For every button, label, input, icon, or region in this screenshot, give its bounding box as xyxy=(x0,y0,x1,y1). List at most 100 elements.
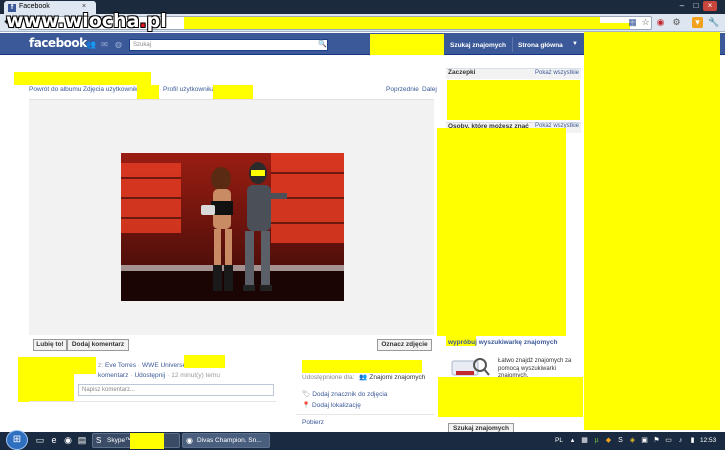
download-link[interactable]: Pobierz xyxy=(302,419,324,426)
friend-requests-icon[interactable]: 👥 xyxy=(86,40,96,49)
comment-link[interactable]: komentarz xyxy=(98,372,128,379)
breadcrumb-separator: · xyxy=(79,86,82,93)
language-indicator[interactable]: PL xyxy=(555,437,563,444)
add-comment-button[interactable]: Dodaj komentarz xyxy=(67,339,129,351)
share-link[interactable]: Udostępnij xyxy=(134,372,165,379)
add-bookmark-row[interactable]: 🏷 Dodaj znacznik do zdjęcia xyxy=(302,390,387,398)
start-button-icon[interactable]: ⊞ xyxy=(6,430,28,450)
shared-with-value[interactable]: Znajomi znajomych xyxy=(369,374,425,381)
tray-arrow-icon[interactable]: ▴ xyxy=(568,436,577,445)
tray-volume-icon[interactable]: ♪ xyxy=(676,436,685,445)
pokes-title: Zaczepki xyxy=(448,69,476,76)
watermark-dot: . xyxy=(139,10,147,32)
system-clock[interactable]: 12:53 xyxy=(700,437,716,444)
redacted-username xyxy=(213,85,253,99)
tagged-person-link[interactable]: Eve Torres xyxy=(105,362,136,369)
redacted-profile-name xyxy=(370,34,444,55)
redacted-people-list xyxy=(437,128,566,336)
extension-icon[interactable]: ⚙ xyxy=(671,17,682,28)
photo-illustration xyxy=(121,153,344,301)
redacted-url xyxy=(184,17,600,29)
tray-app-icon[interactable]: ◆ xyxy=(604,436,613,445)
friends-icon: 👥 xyxy=(359,374,368,381)
taskbar-chrome-button[interactable]: ◉ Divas Champion. Sn... xyxy=(182,433,270,448)
search-icon[interactable]: 🔍 xyxy=(318,40,327,48)
skype-icon: S xyxy=(96,436,102,445)
with-prefix: z: xyxy=(98,362,104,369)
redacted-username xyxy=(137,85,159,99)
comment-input[interactable]: Napisz komentarz... xyxy=(78,384,274,396)
meta-separator: · xyxy=(137,362,141,369)
redacted-pokes xyxy=(447,80,580,120)
pokes-show-all-link[interactable]: Pokaż wszystkie xyxy=(535,70,579,76)
redacted-block xyxy=(600,23,630,29)
like-button[interactable]: Lubię to! xyxy=(33,339,67,351)
facebook-search-input[interactable]: Szukaj xyxy=(129,39,328,51)
tray-display-icon[interactable]: ▭ xyxy=(664,436,673,445)
messages-icon[interactable]: ✉ xyxy=(100,40,109,49)
nav-divider xyxy=(512,37,513,52)
back-to-album-link[interactable]: Powrót do albumu xyxy=(29,86,81,93)
user-photos-link[interactable]: Zdjęcia użytkownika xyxy=(83,86,141,93)
window-controls: – □ × xyxy=(675,1,721,11)
wrench-menu-icon[interactable]: 🔧 xyxy=(708,17,719,28)
wrestling-photo[interactable] xyxy=(121,153,344,301)
minimize-button[interactable]: – xyxy=(675,1,689,11)
folder-icon[interactable]: ▤ xyxy=(76,434,88,446)
show-desktop-icon[interactable]: ▭ xyxy=(34,434,46,446)
window-close-button[interactable]: × xyxy=(703,1,717,11)
redacted-skype-user xyxy=(130,433,164,449)
add-location-link[interactable]: Dodaj lokalizację xyxy=(312,402,361,409)
tray-utorrent-icon[interactable]: µ xyxy=(592,436,601,445)
redacted-right-column xyxy=(584,32,720,430)
add-location-row[interactable]: 📍 Dodaj lokalizację xyxy=(302,401,361,409)
user-profile-link[interactable]: Profil użytkownika xyxy=(163,86,215,93)
bookmark-star-icon[interactable]: ☆ xyxy=(640,17,651,28)
location-pin-icon: 📍 xyxy=(302,402,311,409)
album-name-link[interactable]: WWE Universe xyxy=(142,362,186,369)
chrome-icon: ◉ xyxy=(186,436,193,445)
browser-tab-title: Facebook xyxy=(19,3,50,10)
watermark-suffix: pl xyxy=(146,10,167,32)
tag-icon: 🏷 xyxy=(302,391,311,398)
tray-security-icon[interactable]: ◈ xyxy=(628,436,637,445)
tray-battery-icon[interactable]: ▮ xyxy=(688,436,697,445)
tray-monitor-icon[interactable]: ▣ xyxy=(640,436,649,445)
add-bookmark-link[interactable]: Dodaj znacznik do zdjęcia xyxy=(312,391,387,398)
tray-network-icon[interactable]: ▦ xyxy=(580,436,589,445)
maximize-button[interactable]: □ xyxy=(689,1,703,11)
watermark-logo: www.wiocha.pl xyxy=(6,10,167,32)
page-action-icon[interactable]: ▦ xyxy=(627,17,638,28)
redacted-text xyxy=(184,355,225,368)
breadcrumb-separator: · xyxy=(159,86,162,93)
friend-finder-illustration xyxy=(450,357,490,377)
extension-shield-icon[interactable]: ▾ xyxy=(692,17,703,28)
comment-divider xyxy=(29,401,276,402)
nav-find-friends-link[interactable]: Szukaj znajomych xyxy=(450,42,506,49)
redacted-commenter-avatar xyxy=(18,374,74,402)
watermark-prefix: www.wiocha xyxy=(6,10,140,32)
tray-skype-icon[interactable]: S xyxy=(616,436,625,445)
nav-home-link[interactable]: Strona główna xyxy=(518,42,563,49)
shared-with-line: Udostępnione dla: 👥 Znajomi znajomych xyxy=(302,373,425,381)
tray-flag-icon[interactable]: ⚑ xyxy=(652,436,661,445)
tag-photo-button[interactable]: Oznacz zdjęcie xyxy=(377,339,432,351)
tab-close-icon[interactable]: × xyxy=(82,3,86,10)
taskbar-skype-label: Skype™ xyxy=(107,437,132,444)
breadcrumb-separator: · xyxy=(417,86,420,93)
meta-separator: · xyxy=(130,372,133,379)
notifications-globe-icon[interactable]: ◍ xyxy=(114,40,123,49)
chrome-quicklaunch-icon[interactable]: ◉ xyxy=(62,434,74,446)
taskbar-chrome-label: Divas Champion. Sn... xyxy=(197,437,262,444)
next-photo-link[interactable]: Dalej xyxy=(422,86,437,93)
account-menu-arrow-icon[interactable]: ▼ xyxy=(572,41,578,47)
facebook-logo[interactable]: facebook xyxy=(29,36,87,50)
extension-opera-icon[interactable]: ◉ xyxy=(655,17,666,28)
meta-divider xyxy=(296,414,434,415)
shared-with-label: Udostępnione dla: xyxy=(302,374,355,381)
ie-icon[interactable]: e xyxy=(48,434,60,446)
redacted-sidebar-block xyxy=(438,377,583,417)
previous-photo-link[interactable]: Poprzednie xyxy=(386,86,419,93)
friend-finder-title-link[interactable]: wypróbuj wyszukiwarkę znajomych xyxy=(448,339,568,347)
photo-tag-line: z: Eve Torres · WWE Universe xyxy=(98,362,186,369)
